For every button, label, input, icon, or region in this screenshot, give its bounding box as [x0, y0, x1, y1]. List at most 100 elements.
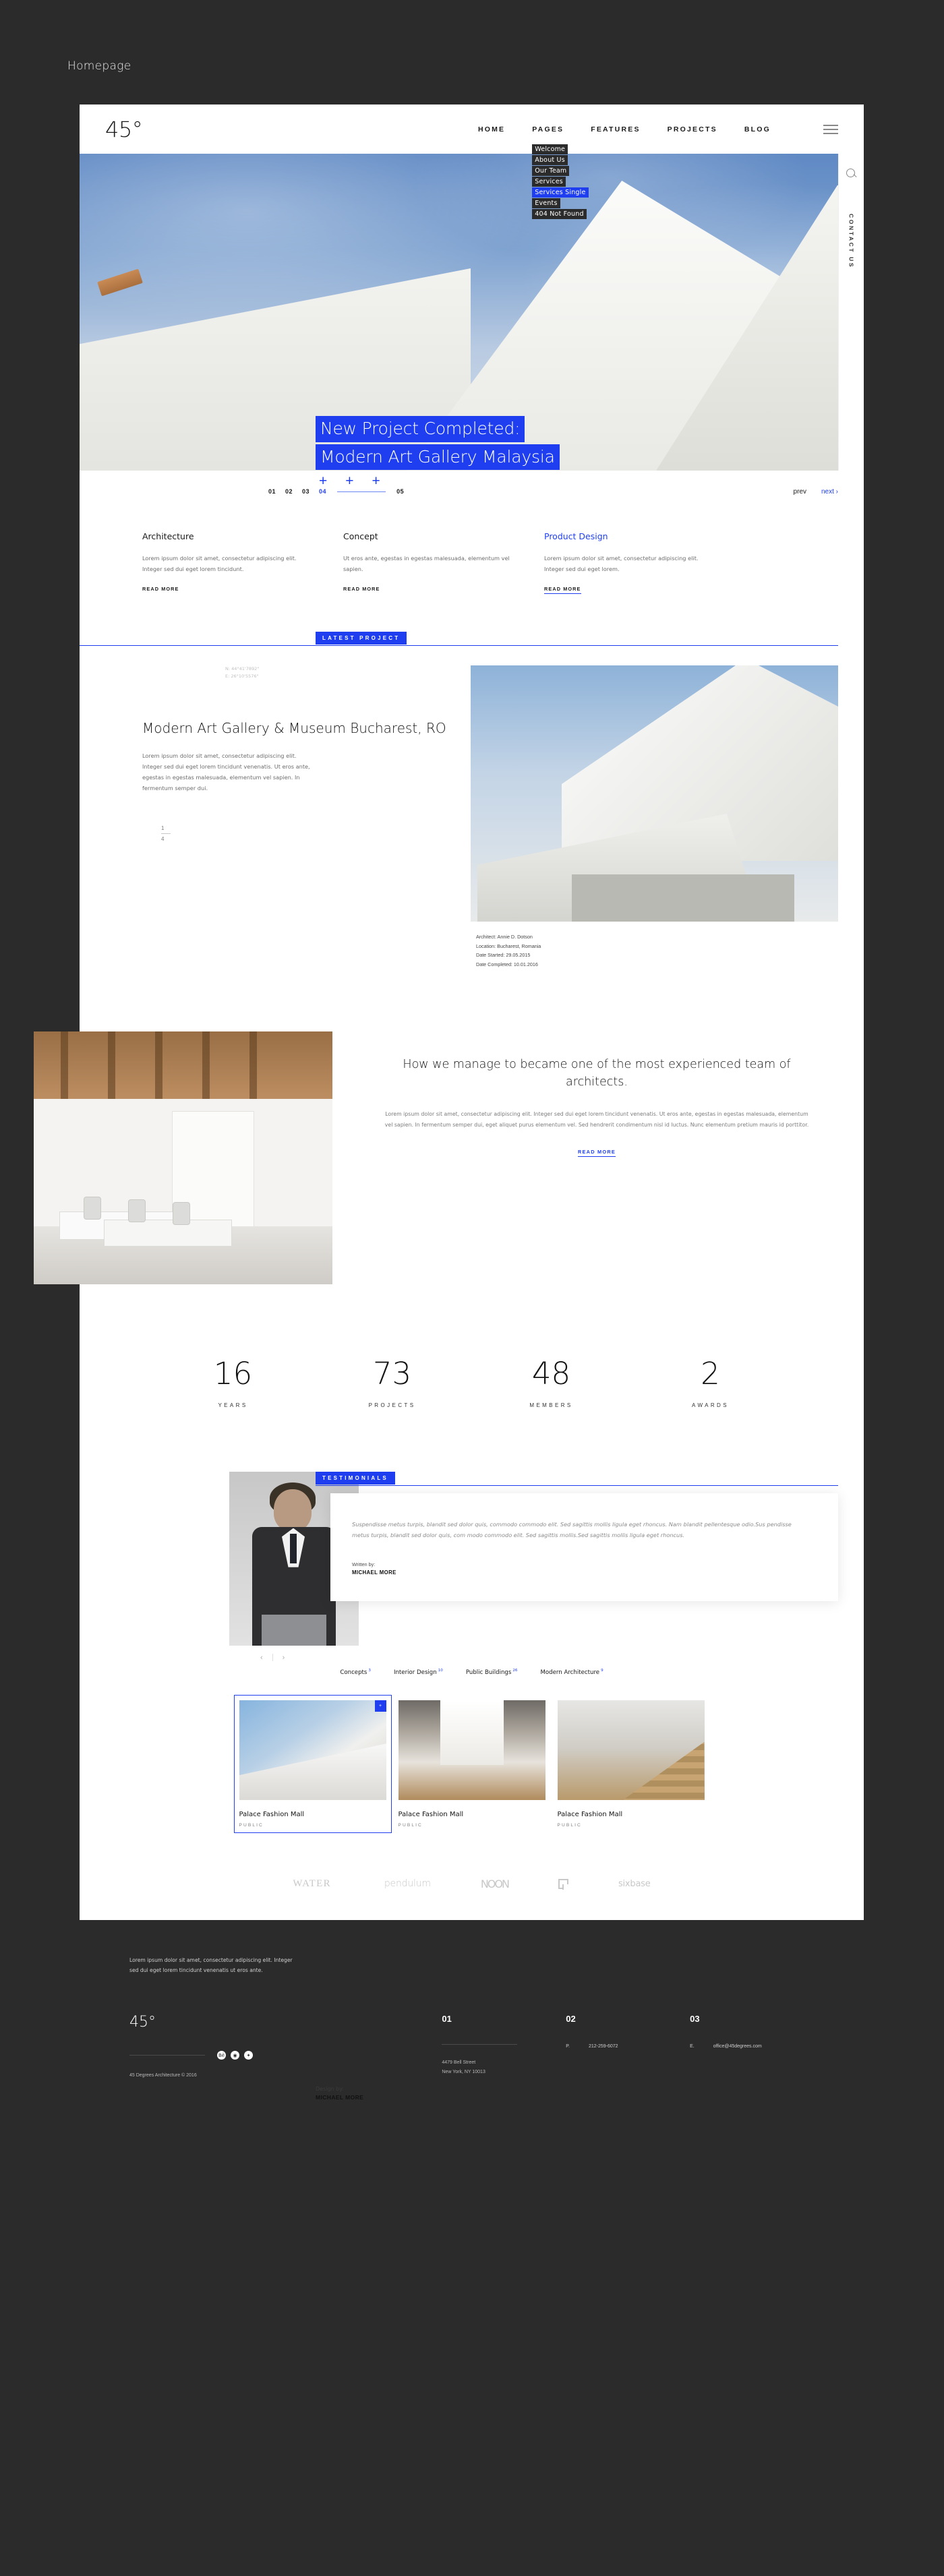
footer-social-links: Bē ◉ ✦: [217, 2051, 253, 2060]
site-logo[interactable]: 45°: [105, 117, 143, 142]
nav-item-pages[interactable]: PAGES Welcome About Us Our Team Services…: [532, 125, 589, 219]
footer-address-column: 01 4479 Bell Street New York, NY 10013: [442, 2014, 566, 2078]
photo-ceiling: [34, 1031, 332, 1104]
dropdown-item-our-team[interactable]: Our Team: [532, 165, 570, 176]
dropdown-item-about-us[interactable]: About Us: [532, 154, 568, 165]
plus-icon-3: +: [372, 473, 380, 489]
dropdown-item-services-single[interactable]: Services Single: [532, 187, 589, 198]
slide-number-03[interactable]: 03: [302, 488, 309, 495]
portfolio-category: PUBLIC: [557, 1822, 582, 1828]
dropdown-item-services[interactable]: Services: [532, 176, 566, 187]
about-section: How we manage to became one of the most …: [34, 996, 864, 1325]
filter-modern-architecture[interactable]: Modern Architecture 9: [540, 1669, 603, 1676]
slider-next-button[interactable]: next ›: [821, 488, 838, 496]
nav-item-projects[interactable]: PROJECTS: [668, 125, 717, 133]
nav-item-blog[interactable]: BLOG: [744, 125, 771, 133]
portfolio-card-1[interactable]: + Palace Fashion Mall PUBLIC: [233, 1694, 392, 1833]
hamburger-menu-icon[interactable]: [823, 122, 838, 137]
testimonials-section: TESTIMONIALS Suspendisse metus turpis, b…: [80, 1451, 864, 1662]
dropdown-item-events[interactable]: Events: [532, 198, 560, 208]
logo-pendulum-label: pendulum: [384, 1878, 431, 1890]
slide-number-04-active[interactable]: 04: [319, 488, 326, 495]
footer-phone-row: P. 212-259-6072: [566, 2044, 690, 2049]
latest-project-media: Architect: Annie D. Dotson Location: Buc…: [471, 665, 864, 969]
about-paragraph: Lorem ipsum dolor sit amet, consectetur …: [384, 1110, 809, 1129]
logo-square-mark: [558, 1878, 569, 1890]
latest-project-header: LATEST PROJECT: [80, 631, 864, 647]
photo-beam-5: [249, 1031, 257, 1104]
hero-slider-controls: 01 02 03 04 05 prev next ›: [80, 471, 864, 512]
photo-chair-2: [128, 1199, 146, 1222]
photo-tie: [290, 1533, 297, 1563]
dropdown-item-welcome[interactable]: Welcome: [532, 144, 568, 154]
footer-column-number-03: 03: [690, 2014, 700, 2025]
service-read-more-button[interactable]: READ MORE: [142, 586, 179, 592]
hero-headline-line2: Modern Art Gallery Malaysia: [316, 444, 560, 470]
stats-counters: 16 YEARS 73 PROJECTS 48 MEMBERS 2 AWARDS: [80, 1324, 864, 1451]
footer-address: 4479 Bell Street New York, NY 10013: [442, 2058, 566, 2076]
about-copy: How we manage to became one of the most …: [332, 1031, 864, 1284]
testimonial-card: Suspendisse metus turpis, blandit sed do…: [330, 1493, 838, 1601]
testimonial-prev-arrow-icon[interactable]: ‹: [260, 1654, 263, 1662]
footer-logo[interactable]: 45°: [129, 2014, 328, 2031]
filter-label: Interior Design: [393, 1669, 437, 1676]
slider-prev-button[interactable]: prev: [794, 488, 806, 496]
contact-us-link[interactable]: CONTACT US: [848, 214, 855, 268]
photo-beam-1: [61, 1031, 68, 1104]
email-value[interactable]: office@45degrees.com: [713, 2044, 762, 2049]
logo-noon: NOON: [480, 1877, 510, 1890]
stat-members: 48 MEMBERS: [501, 1358, 602, 1408]
email-key: E.: [690, 2044, 695, 2049]
filter-concepts[interactable]: Concepts 3: [340, 1669, 371, 1676]
logo-water: WATER: [293, 1878, 331, 1889]
portfolio-plus-badge[interactable]: +: [374, 1700, 386, 1712]
footer-email-row: E. office@45degrees.com: [690, 2044, 814, 2049]
photo-chair-3: [173, 1201, 190, 1225]
about-read-more-button[interactable]: READ MORE: [578, 1149, 616, 1157]
office-photo: [34, 1031, 332, 1284]
portfolio-card-3[interactable]: Palace Fashion Mall PUBLIC: [557, 1700, 705, 1828]
nav-item-pages-label: PAGES: [532, 125, 564, 133]
stat-years: 16 YEARS: [183, 1358, 284, 1408]
stat-label: AWARDS: [692, 1402, 729, 1408]
photo-beam-4: [202, 1031, 210, 1104]
instagram-icon[interactable]: ◉: [231, 2051, 239, 2060]
filter-interior-design[interactable]: Interior Design 10: [394, 1669, 443, 1676]
service-title: Concept: [343, 531, 378, 541]
testimonial-next-arrow-icon[interactable]: ›: [283, 1654, 285, 1662]
logo-pendulum: pendulum: [381, 1878, 431, 1889]
photo-beam-3: [155, 1031, 163, 1104]
twitter-icon[interactable]: ✦: [244, 2051, 253, 2060]
slide-number-05[interactable]: 05: [396, 488, 404, 495]
slide-number-01[interactable]: 01: [268, 488, 276, 495]
slider-pagination: 01 02 03 04 05: [268, 488, 404, 495]
phone-value[interactable]: 212-259-6072: [589, 2044, 618, 2049]
service-read-more-button[interactable]: READ MORE: [343, 586, 380, 592]
latest-project-badge: LATEST PROJECT: [316, 631, 407, 645]
dropdown-item-404-not-found[interactable]: 404 Not Found: [532, 208, 587, 219]
portfolio-category: PUBLIC: [398, 1822, 423, 1828]
slider-prev-next: prev next ›: [794, 488, 838, 496]
behance-icon[interactable]: Bē: [217, 2051, 226, 2060]
latest-project-description: Lorem ipsum dolor sit amet, consectetur …: [142, 752, 310, 791]
filter-public-buildings[interactable]: Public Buildings 26: [466, 1669, 518, 1676]
latest-project-counter: 1 4: [142, 825, 471, 842]
footer-divider-line: [442, 2044, 518, 2045]
stat-label: PROJECTS: [368, 1402, 416, 1408]
footer-intro-text: Lorem ipsum dolor sit amet, consectetur …: [129, 1956, 293, 1974]
portfolio-card-2[interactable]: Palace Fashion Mall PUBLIC: [398, 1700, 545, 1828]
nav-item-features[interactable]: FEATURES: [591, 125, 640, 133]
nav-item-home[interactable]: HOME: [478, 125, 505, 133]
testimonial-nav: ‹ ›: [260, 1654, 285, 1662]
service-title: Architecture: [142, 531, 194, 541]
portfolio-grid: + Palace Fashion Mall PUBLIC Palace Fash…: [80, 1694, 864, 1833]
service-read-more-button[interactable]: READ MORE: [544, 586, 581, 594]
filter-count: 10: [438, 1668, 443, 1673]
photo-pants: [262, 1614, 326, 1646]
service-card-architecture: Architecture Lorem ipsum dolor sit amet,…: [142, 531, 311, 594]
portfolio-category: PUBLIC: [239, 1822, 264, 1828]
search-icon[interactable]: [846, 169, 856, 179]
hero-design-credit: Design by: MICHAEL MORE: [316, 2086, 363, 2101]
footer-divider-line: [129, 2055, 205, 2056]
slide-number-02[interactable]: 02: [285, 488, 293, 495]
